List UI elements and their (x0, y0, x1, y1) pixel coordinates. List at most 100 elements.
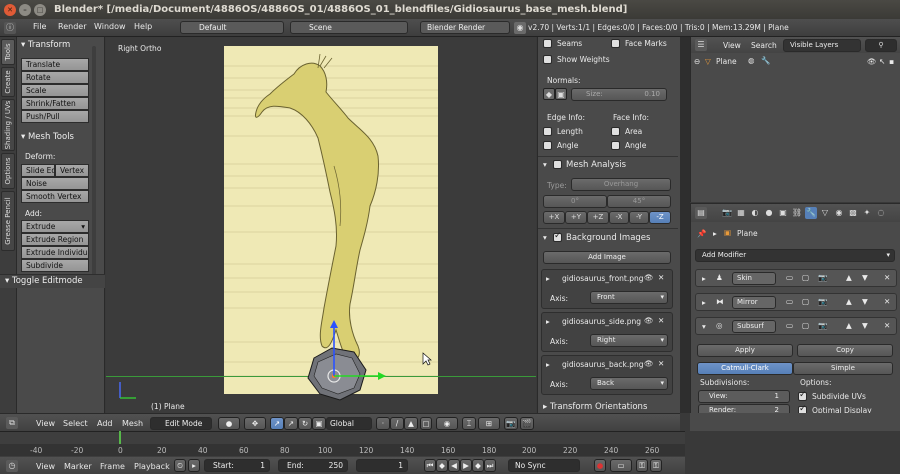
face-angle-checkbox[interactable] (611, 141, 620, 150)
move-down-icon[interactable]: ▼ (862, 321, 868, 330)
background-images-toggle[interactable]: ▾ (543, 233, 547, 242)
mesh-analysis-toggle[interactable]: ▾ (543, 160, 547, 169)
tab-tools[interactable]: Tools (1, 39, 15, 65)
noise-button[interactable]: Noise (21, 177, 89, 190)
viewport-display-icon[interactable]: ▢ (802, 321, 809, 330)
editor-type-icon[interactable]: ⓘ (4, 22, 16, 34)
normal-size-field[interactable]: Size: 0.10 (571, 88, 667, 101)
jump-end-icon[interactable]: ⏭ (484, 459, 496, 472)
extrude-button[interactable]: Extrude ▾ (21, 220, 89, 233)
remove-icon[interactable]: ✕ (884, 321, 890, 330)
bg-axis-dropdown[interactable]: Front ▾ (590, 291, 668, 304)
viewport-display-icon[interactable]: ▢ (802, 273, 809, 282)
mesh-analysis-checkbox[interactable] (553, 160, 562, 169)
remove-icon[interactable]: ✕ (658, 359, 664, 368)
expand-icon[interactable]: ⊖ (694, 57, 700, 66)
scale-button[interactable]: Scale (21, 84, 89, 97)
axis-button-nx[interactable]: -X (609, 211, 629, 224)
apply-modifier-button[interactable]: Apply (697, 344, 793, 357)
toggle-editmode-panel[interactable]: ▾ Toggle Editmode (5, 276, 83, 286)
vertex-normals-icon[interactable]: ◆ (543, 88, 555, 100)
area-divider[interactable] (680, 37, 690, 413)
slide-vertex-button[interactable]: Vertex (55, 164, 89, 177)
move-up-icon[interactable]: ▲ (846, 273, 852, 282)
mesh-gizmo[interactable] (296, 318, 396, 408)
menu-help[interactable]: Help (134, 22, 152, 31)
timeline-menu-view[interactable]: View (36, 462, 55, 471)
analysis-min-field[interactable]: 0° (543, 195, 607, 208)
axis-button-ny[interactable]: -Y (629, 211, 649, 224)
push-pull-button[interactable]: Push/Pull (21, 110, 89, 123)
bg-axis-dropdown[interactable]: Back ▾ (590, 377, 668, 390)
add-image-button[interactable]: Add Image (543, 251, 671, 264)
jump-start-icon[interactable]: ⏮ (424, 459, 436, 472)
sync-mode-dropdown[interactable]: No Sync (508, 459, 580, 472)
scene-selector[interactable]: Scene (290, 21, 408, 34)
modifier-name-field[interactable]: Skin (732, 272, 776, 285)
transform-orientations-panel[interactable]: ▸ Transform Orientations (543, 402, 647, 412)
bg-image-expand-icon[interactable]: ▸ (546, 274, 550, 283)
viewport-shading-dropdown[interactable]: ● (218, 417, 240, 430)
analysis-max-field[interactable]: 45° (607, 195, 671, 208)
next-keyframe-icon[interactable]: ◆ (472, 459, 484, 472)
expand-icon[interactable]: ▸ (702, 274, 706, 283)
render-engine-selector[interactable]: Blender Render (420, 21, 510, 34)
time-range-icon[interactable]: ▸ (188, 459, 200, 472)
minimize-window-icon[interactable]: – (19, 4, 31, 16)
timeline-menu-frame[interactable]: Frame (100, 462, 125, 471)
editmode-display-icon[interactable]: ▭ (786, 273, 793, 282)
render-display-icon[interactable]: 📷 (818, 321, 827, 330)
outliner-search-field[interactable]: ⚲ (865, 39, 897, 52)
move-up-icon[interactable]: ▲ (846, 297, 852, 306)
simple-option[interactable]: Simple (793, 362, 893, 375)
subdivide-button[interactable]: Subdivide (21, 259, 89, 272)
outliner-filter-dropdown[interactable]: Visible Layers (783, 39, 861, 52)
remove-icon[interactable]: ✕ (658, 316, 664, 325)
background-images-checkbox[interactable] (553, 231, 562, 242)
menu-view[interactable]: View (36, 419, 55, 428)
subdiv-view-field[interactable]: View: 1 (698, 390, 790, 403)
copy-modifier-button[interactable]: Copy (797, 344, 893, 357)
tab-shading-uvs[interactable]: Shading / UVs (1, 99, 15, 151)
edge-select-mode-icon[interactable]: / (390, 417, 404, 430)
tab-create[interactable]: Create (1, 67, 15, 97)
end-frame-field[interactable]: End: 250 (278, 459, 348, 472)
manipulator-toggle[interactable]: ↗ (270, 417, 284, 430)
menu-file[interactable]: File (33, 22, 46, 31)
face-select-mode-icon[interactable]: ▲ (404, 417, 418, 430)
timeline-menu-playback[interactable]: Playback (134, 462, 170, 471)
snap-element-dropdown[interactable]: ⊞ (478, 417, 500, 430)
play-reverse-icon[interactable]: ◀ (448, 459, 460, 472)
remove-icon[interactable]: ✕ (884, 297, 890, 306)
screen-layout-selector[interactable]: Default (180, 21, 284, 34)
tab-options[interactable]: Options (1, 153, 15, 189)
eye-icon[interactable]: 👁 (644, 316, 654, 325)
play-icon[interactable]: ▶ (460, 459, 472, 472)
rotate-button[interactable]: Rotate (21, 71, 89, 84)
outliner-search-menu[interactable]: Search (751, 41, 777, 50)
start-frame-field[interactable]: Start: 1 (204, 459, 270, 472)
scene-tab-icon[interactable]: ◐ (749, 207, 761, 219)
menu-select[interactable]: Select (63, 419, 88, 428)
analysis-type-dropdown[interactable]: Overhang (571, 178, 671, 191)
translate-manipulator-icon[interactable]: ↗ (284, 417, 298, 430)
move-down-icon[interactable]: ▼ (862, 297, 868, 306)
timeline-menu-marker[interactable]: Marker (64, 462, 92, 471)
properties-editor-icon[interactable]: ▤ (695, 207, 707, 219)
add-modifier-dropdown[interactable]: Add Modifier ▾ (695, 249, 895, 262)
outliner-view-menu[interactable]: View (723, 41, 741, 50)
translate-button[interactable]: Translate (21, 58, 89, 71)
rotate-manipulator-icon[interactable]: ↻ (298, 417, 312, 430)
subdivide-uvs-checkbox[interactable] (798, 390, 807, 401)
proportional-edit-dropdown[interactable]: ◉ (436, 417, 458, 430)
transform-orientation-dropdown[interactable]: Global (326, 417, 372, 430)
opengl-anim-icon[interactable]: 🎬 (520, 417, 534, 430)
modifiers-tab-icon[interactable]: 🔧 (805, 207, 817, 219)
eye-icon[interactable]: 👁 (644, 359, 654, 368)
move-up-icon[interactable]: ▲ (846, 321, 852, 330)
current-frame-field[interactable]: 1 (356, 459, 408, 472)
axis-button-py[interactable]: +Y (565, 211, 587, 224)
physics-tab-icon[interactable]: ◌ (875, 207, 887, 219)
tool-shelf-scrollbar[interactable] (92, 46, 96, 276)
prev-keyframe-icon[interactable]: ◆ (436, 459, 448, 472)
